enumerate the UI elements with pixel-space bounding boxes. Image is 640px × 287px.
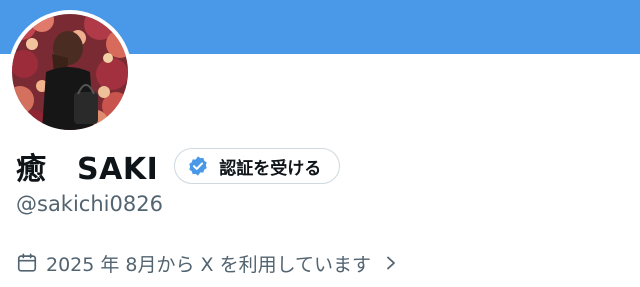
calendar-icon bbox=[17, 253, 37, 272]
get-verified-button[interactable]: 認証を受ける bbox=[174, 148, 341, 184]
get-verified-label: 認証を受ける bbox=[219, 158, 322, 179]
username-handle: @sakichi0826 bbox=[16, 192, 163, 216]
join-date-text: 2025 年 8月から X を利用しています bbox=[46, 253, 372, 276]
display-name: 癒 SAKI bbox=[16, 152, 159, 187]
join-date-row[interactable]: 2025 年 8月から X を利用しています bbox=[16, 250, 399, 276]
verified-badge-icon bbox=[189, 156, 207, 176]
profile-header: 癒 SAKI 認証を受ける @sakichi0826 2025 年 8月から X… bbox=[0, 0, 640, 287]
chevron-right-icon bbox=[387, 256, 395, 270]
name-row: 癒 SAKI 認証を受ける bbox=[16, 144, 341, 188]
avatar-photo bbox=[12, 14, 128, 130]
profile-avatar[interactable] bbox=[8, 10, 132, 134]
